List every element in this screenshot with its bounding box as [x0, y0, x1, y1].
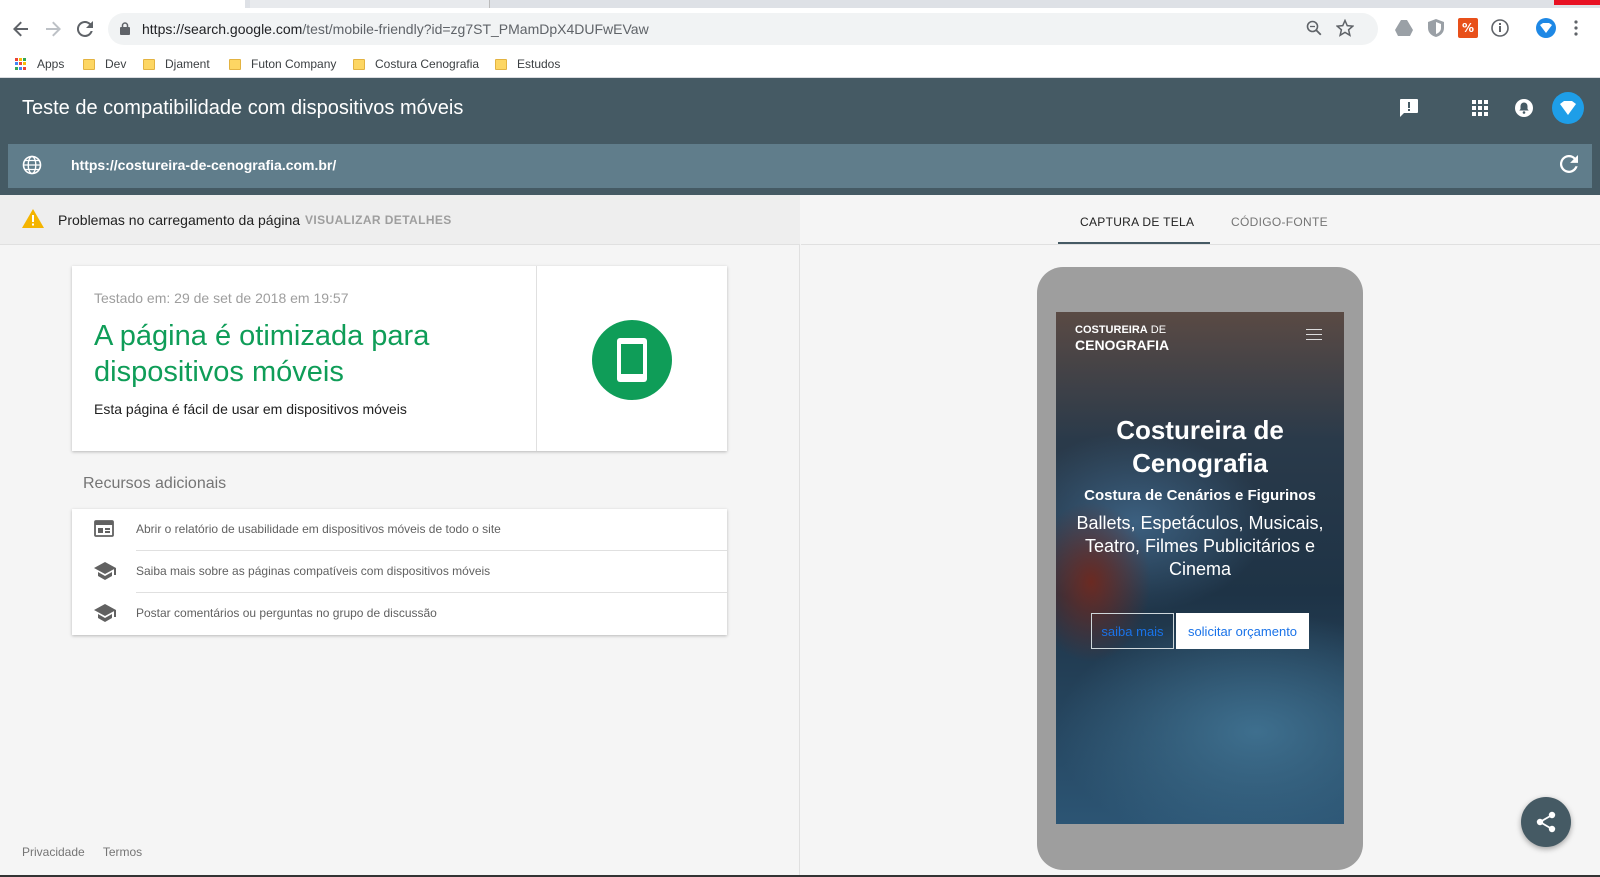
- resource-label: Abrir o relatório de usabilidade em disp…: [136, 522, 501, 536]
- folder-icon: [229, 58, 241, 70]
- preview-panel: CAPTURA DE TELA CÓDIGO-FONTE COSTUREIRA …: [801, 195, 1600, 877]
- site-description: Ballets, Espetáculos, Musicais, Teatro, …: [1076, 513, 1324, 579]
- privacy-link[interactable]: Privacidade: [22, 845, 85, 859]
- zoom-icon[interactable]: [1306, 20, 1322, 36]
- site-subheading: Costura de Cenários e Figurinos: [1084, 487, 1316, 504]
- bookmark-label: Futon Company: [251, 57, 337, 71]
- school-icon: [94, 562, 116, 580]
- tested-timestamp: Testado em: 29 de set de 2018 em 19:57: [94, 290, 349, 306]
- shield-extension-icon[interactable]: [1426, 18, 1446, 38]
- folder-icon: [353, 58, 365, 70]
- bookmark-label: Dev: [105, 57, 127, 71]
- bookmarks-bar: Apps Dev Djament Futon Company Costura C…: [0, 50, 1600, 78]
- notifications-button[interactable]: [1510, 94, 1538, 122]
- bookmark-estudos[interactable]: Estudos: [495, 55, 560, 73]
- resource-item-usability-report[interactable]: Abrir o relatório de usabilidade em disp…: [72, 509, 727, 551]
- apps-grid-icon: [15, 58, 27, 70]
- resource-item-discussion-group[interactable]: Postar comentários ou perguntas no grupo…: [72, 593, 727, 635]
- footer-links: Privacidade Termos: [22, 845, 157, 859]
- info-extension-icon[interactable]: [1490, 18, 1510, 38]
- tested-url-text[interactable]: https://costureira-de-cenografia.com.br/: [71, 157, 336, 173]
- discount-extension-icon[interactable]: %: [1458, 18, 1478, 38]
- refresh-icon[interactable]: [1560, 155, 1578, 173]
- preview-tabs: CAPTURA DE TELA CÓDIGO-FONTE: [801, 195, 1600, 245]
- page-screenshot: COSTUREIRA DE CENOGRAFIA Costureira de C…: [1056, 312, 1344, 824]
- resource-label: Saiba mais sobre as páginas compatíveis …: [136, 564, 491, 578]
- address-url: https://search.google.com/test/mobile-fr…: [142, 21, 649, 37]
- school-icon: [94, 604, 116, 622]
- bookmark-costura-cenografia[interactable]: Costura Cenografia: [353, 55, 479, 73]
- browser-toolbar: https://search.google.com/test/mobile-fr…: [0, 8, 1600, 50]
- back-arrow-icon: [13, 21, 28, 37]
- bookmark-apps[interactable]: Apps: [15, 55, 64, 73]
- tab-screenshot[interactable]: CAPTURA DE TELA: [1080, 215, 1194, 229]
- window-close-edge[interactable]: [1554, 0, 1600, 5]
- apps-grid-icon: [1472, 100, 1488, 116]
- resource-item-learn-more[interactable]: Saiba mais sobre as páginas compatíveis …: [72, 551, 727, 593]
- view-details-link[interactable]: VISUALIZAR DETALHES: [305, 213, 452, 227]
- lock-icon: [120, 22, 130, 35]
- forward-arrow-icon: [46, 21, 61, 37]
- additional-resources-title: Recursos adicionais: [83, 475, 227, 492]
- google-apps-button[interactable]: [1466, 94, 1494, 122]
- web-report-icon: [94, 520, 114, 537]
- phone-frame: COSTUREIRA DE CENOGRAFIA Costureira de C…: [1037, 267, 1363, 870]
- forward-button[interactable]: [40, 16, 66, 42]
- account-avatar[interactable]: [1552, 92, 1584, 124]
- browser-menu-icon[interactable]: [1566, 18, 1586, 38]
- resources-list: Abrir o relatório de usabilidade em disp…: [72, 509, 727, 635]
- hamburger-menu-icon: [1306, 329, 1322, 344]
- folder-icon: [83, 58, 95, 70]
- browser-tab-strip: [0, 0, 1600, 8]
- bookmark-star-icon[interactable]: [1336, 19, 1354, 37]
- mobile-friendly-badge: [592, 320, 672, 400]
- feedback-button[interactable]: [1395, 94, 1423, 122]
- bell-icon: [1515, 99, 1533, 117]
- smartphone-icon: [617, 338, 647, 382]
- resource-label: Postar comentários ou perguntas no grupo…: [136, 606, 437, 620]
- result-card: Testado em: 29 de set de 2018 em 19:57 A…: [72, 266, 727, 451]
- warning-text: Problemas no carregamento da página: [58, 212, 301, 228]
- terms-link[interactable]: Termos: [103, 845, 142, 859]
- folder-icon: [495, 58, 507, 70]
- globe-icon: [22, 155, 42, 175]
- share-icon: [1536, 811, 1556, 833]
- results-panel: Problemas no carregamento da página VISU…: [0, 195, 800, 877]
- bookmark-label: Djament: [165, 57, 210, 71]
- result-headline: A página é otimizada para dispositivos m…: [94, 320, 430, 388]
- active-tab-indicator: [1058, 242, 1210, 244]
- bookmark-label: Costura Cenografia: [375, 57, 480, 71]
- learn-more-button: saiba mais: [1091, 613, 1174, 649]
- tab-source-code[interactable]: CÓDIGO-FONTE: [1231, 215, 1328, 229]
- reload-icon: [77, 21, 93, 37]
- reload-button[interactable]: [72, 16, 98, 42]
- share-button[interactable]: [1521, 797, 1571, 847]
- drive-extension-icon[interactable]: [1394, 18, 1414, 38]
- address-bar[interactable]: https://search.google.com/test/mobile-fr…: [108, 13, 1378, 45]
- feedback-icon: [1400, 99, 1418, 117]
- page-title: Teste de compatibilidade com dispositivo…: [22, 97, 464, 119]
- bookmark-futon-company[interactable]: Futon Company: [229, 55, 336, 73]
- site-logo: COSTUREIRA DE CENOGRAFIA: [1075, 324, 1170, 353]
- page-loading-warning: Problemas no carregamento da página VISU…: [0, 195, 800, 245]
- result-subtitle: Esta página é fácil de usar em dispositi…: [94, 401, 407, 417]
- request-quote-button: solicitar orçamento: [1176, 613, 1309, 649]
- bookmark-label: Apps: [37, 57, 65, 71]
- card-divider: [536, 266, 537, 451]
- bookmark-label: Estudos: [517, 57, 561, 71]
- tested-url-bar[interactable]: https://costureira-de-cenografia.com.br/: [8, 144, 1592, 188]
- warning-icon: [22, 209, 44, 228]
- browser-tab-other[interactable]: [250, 0, 490, 8]
- back-button[interactable]: [8, 16, 34, 42]
- browser-tab-active[interactable]: [0, 0, 245, 8]
- heart-extension-icon[interactable]: [1536, 18, 1556, 38]
- bookmark-dev[interactable]: Dev: [83, 55, 126, 73]
- bookmark-djament[interactable]: Djament: [143, 55, 210, 73]
- folder-icon: [143, 58, 155, 70]
- account-heart-icon: [1560, 101, 1576, 115]
- site-heading: Costureira de Cenografia: [1116, 415, 1284, 478]
